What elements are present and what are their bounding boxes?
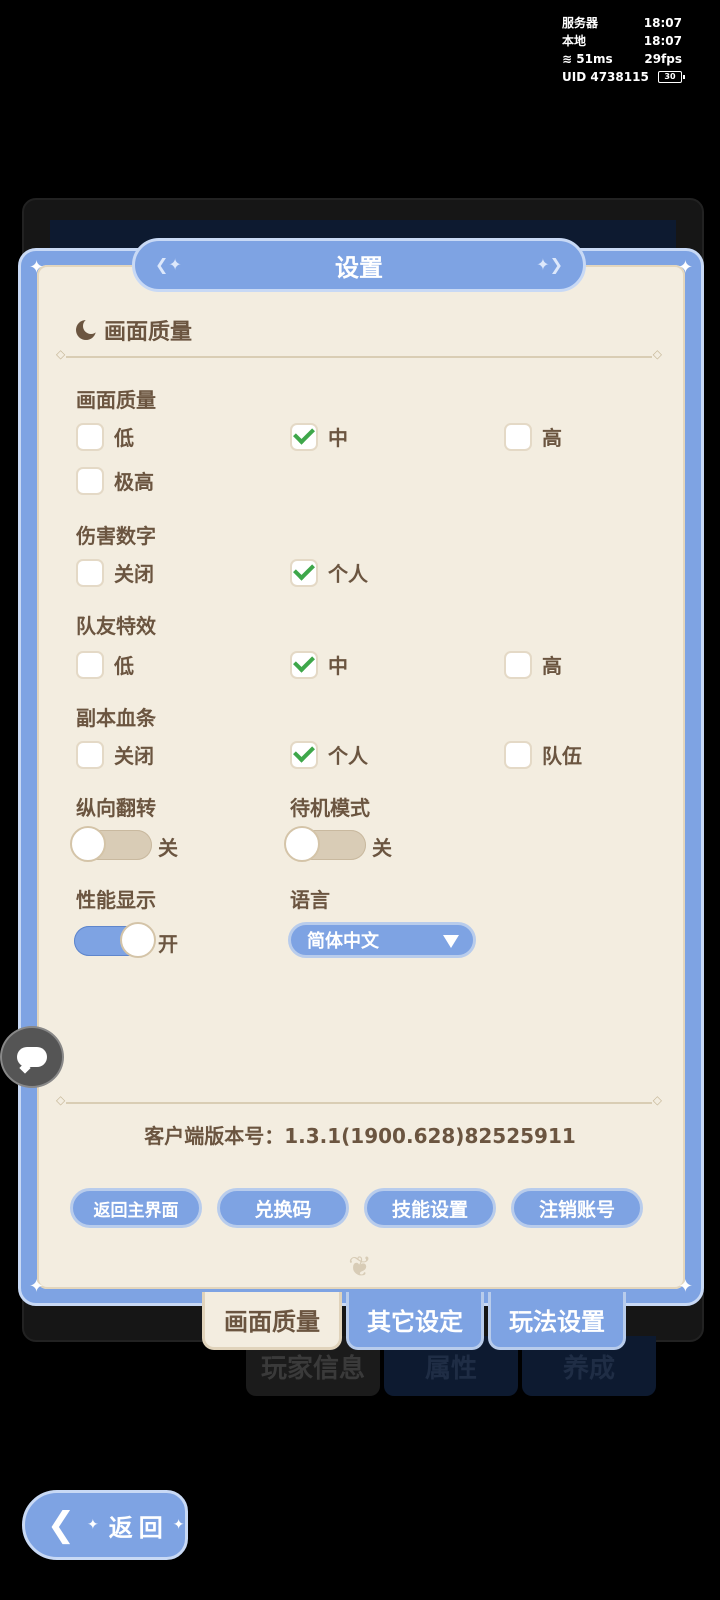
language-select[interactable]: 简体中文: [288, 922, 476, 958]
toggle-knob[interactable]: [284, 826, 320, 862]
local-label: 本地: [562, 34, 587, 48]
checkbox[interactable]: [76, 466, 104, 495]
quality-option-high[interactable]: 高: [504, 422, 562, 451]
checkbox[interactable]: [504, 650, 532, 679]
checkbox[interactable]: [504, 422, 532, 451]
flip-state: 关: [158, 836, 178, 860]
corner-star-icon: ✦: [677, 1276, 693, 1297]
checkbox[interactable]: [76, 558, 104, 587]
dungeon-hp-label: 副本血条: [76, 706, 156, 730]
server-label: 服务器: [562, 16, 599, 30]
dungeon-hp-option-team[interactable]: 队伍: [504, 740, 582, 769]
tab-gameplay-settings[interactable]: 玩法设置: [488, 1292, 626, 1350]
logout-account-button[interactable]: 注销账号: [511, 1188, 643, 1228]
wifi-icon: ≋: [562, 52, 573, 66]
section-header: 画面质量: [76, 314, 192, 346]
checkbox-checked[interactable]: [290, 422, 318, 451]
settings-tabs: 画面质量 其它设定 玩法设置: [202, 1292, 626, 1350]
quality-option-ultra[interactable]: 极高: [76, 466, 154, 495]
toggle-knob[interactable]: [120, 922, 156, 958]
dungeon-hp-option-personal[interactable]: 个人: [290, 740, 368, 769]
team-fx-option-medium[interactable]: 中: [290, 650, 348, 679]
star-icon: ✦: [172, 1517, 185, 1533]
back-label: 返回: [108, 1513, 169, 1542]
standby-state: 关: [372, 836, 392, 860]
bottom-ornament-icon: ❦: [348, 1250, 372, 1283]
perf-state: 开: [158, 932, 178, 956]
quality-option-low[interactable]: 低: [76, 422, 134, 451]
section-title: 画面质量: [104, 320, 193, 345]
perf-toggle[interactable]: [74, 922, 156, 958]
checkbox[interactable]: [76, 740, 104, 769]
local-time: 18:07: [643, 34, 682, 48]
flip-toggle[interactable]: [70, 826, 152, 862]
corner-star-icon: ✦: [677, 257, 693, 278]
dialog-title: 设置: [335, 253, 383, 282]
title-ornament-icon: ❮✦: [155, 255, 182, 274]
back-arrow-icon: ❮: [46, 1505, 76, 1545]
server-time: 18:07: [643, 16, 682, 30]
damage-option-off[interactable]: 关闭: [76, 558, 154, 587]
flip-label: 纵向翻转: [76, 796, 156, 820]
language-label: 语言: [290, 888, 330, 912]
status-overlay: 服务器 18:07 本地 18:07 ≋ 51ms 29fps UID 4738115…: [562, 14, 685, 86]
team-fx-option-high[interactable]: 高: [504, 650, 562, 679]
damage-option-personal[interactable]: 个人: [290, 558, 368, 587]
corner-star-icon: ✦: [29, 257, 45, 278]
checkbox-checked[interactable]: [290, 558, 318, 587]
standby-label: 待机模式: [290, 796, 370, 820]
quality-option-medium[interactable]: 中: [290, 422, 348, 451]
tab-graphics[interactable]: 画面质量: [202, 1292, 342, 1350]
language-value: 简体中文: [307, 931, 379, 952]
uid-value: UID 4738115: [562, 70, 649, 84]
perf-label: 性能显示: [76, 888, 156, 912]
redeem-code-button[interactable]: 兑换码: [217, 1188, 349, 1228]
moon-icon: [76, 318, 99, 340]
corner-star-icon: ✦: [29, 1276, 45, 1297]
divider: [56, 1093, 662, 1107]
client-version: 客户端版本号：1.3.1(1900.628)82525911: [144, 1124, 576, 1148]
checkbox-checked[interactable]: [290, 650, 318, 679]
checkbox[interactable]: [504, 740, 532, 769]
chat-icon: [17, 1047, 47, 1067]
battery-icon: 30: [658, 71, 685, 83]
dialog-title-bar: ❮✦ 设置 ✦❯: [132, 238, 586, 292]
ping-value: 51ms: [576, 52, 613, 66]
chat-button[interactable]: [0, 1026, 64, 1088]
team-fx-label: 队友特效: [76, 614, 156, 638]
tab-other-settings[interactable]: 其它设定: [346, 1292, 484, 1350]
checkbox[interactable]: [76, 422, 104, 451]
divider: [56, 347, 662, 361]
team-fx-option-low[interactable]: 低: [76, 650, 134, 679]
back-button[interactable]: ❮ ✦ 返回 ✦: [22, 1490, 188, 1560]
checkbox-checked[interactable]: [290, 740, 318, 769]
toggle-knob[interactable]: [70, 826, 106, 862]
fps-value: 29fps: [644, 52, 682, 66]
damage-label: 伤害数字: [76, 524, 156, 548]
skill-settings-button[interactable]: 技能设置: [364, 1188, 496, 1228]
quality-label: 画面质量: [76, 388, 156, 412]
dungeon-hp-option-off[interactable]: 关闭: [76, 740, 154, 769]
title-ornament-icon: ✦❯: [536, 255, 563, 274]
dropdown-arrow-icon: [443, 935, 459, 948]
standby-toggle[interactable]: [284, 826, 366, 862]
star-icon: ✦: [87, 1517, 99, 1533]
checkbox[interactable]: [76, 650, 104, 679]
return-main-button[interactable]: 返回主界面: [70, 1188, 202, 1228]
